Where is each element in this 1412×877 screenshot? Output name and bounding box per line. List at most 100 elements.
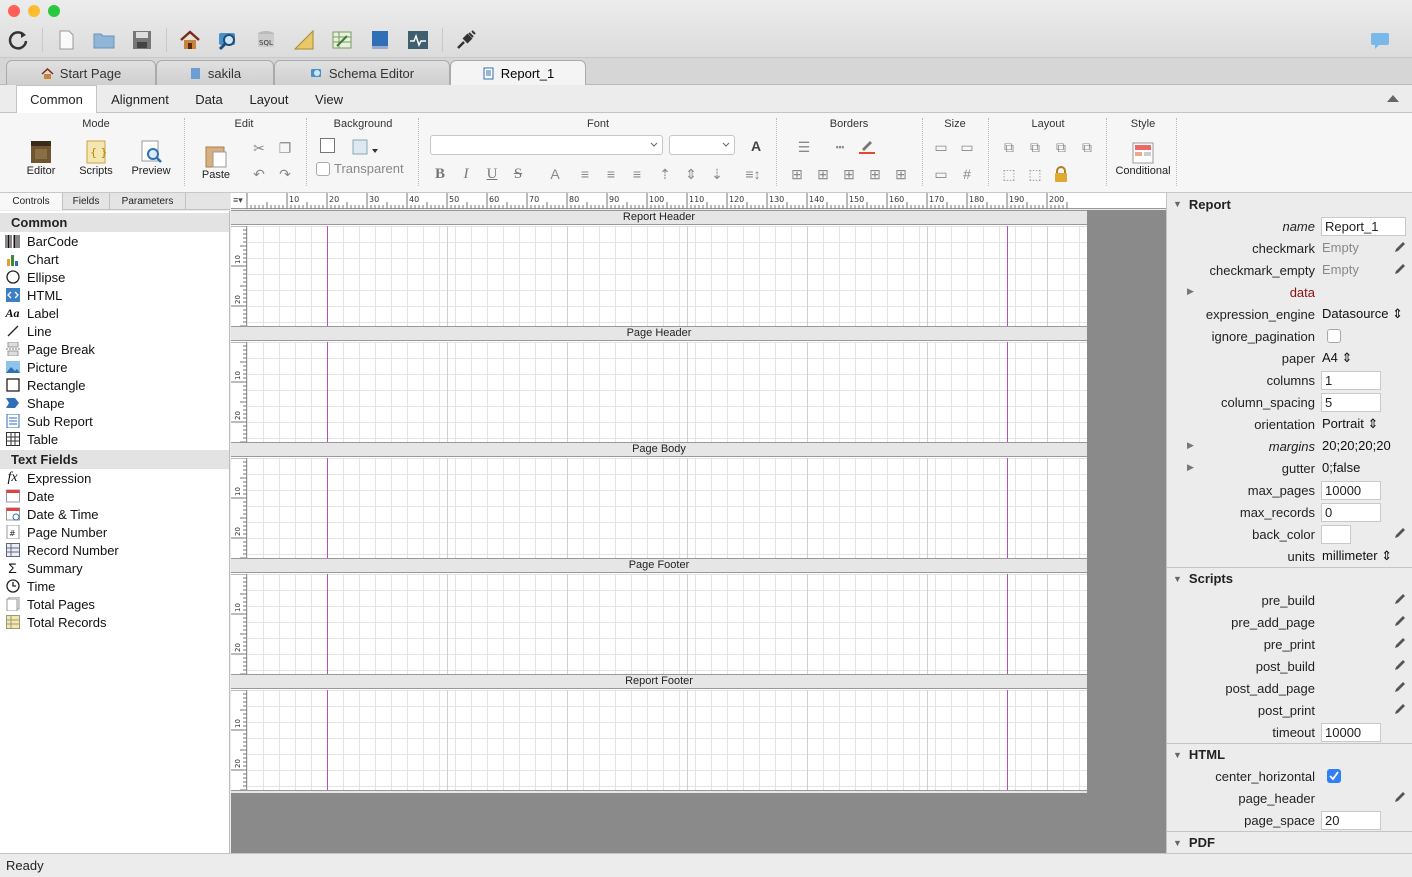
prop-section-pdf[interactable]: ▼ PDF — [1167, 831, 1412, 853]
band-report-footer[interactable]: Report Footer 10 20 — [231, 674, 1087, 791]
lock-icon[interactable] — [1054, 166, 1068, 182]
pencil-icon[interactable] — [1393, 702, 1407, 716]
transparent-checkbox[interactable] — [316, 162, 330, 176]
same-size-icon[interactable]: ▭ — [932, 165, 950, 183]
underline-button[interactable]: U — [484, 165, 500, 183]
prop-input-max-records[interactable]: 0 — [1321, 503, 1381, 522]
prop-section-html[interactable]: ▼ HTML — [1167, 743, 1412, 765]
background-color-swatch[interactable] — [320, 138, 335, 153]
disclosure-icon[interactable]: ▼ — [1173, 838, 1182, 848]
scripts-button[interactable]: { } Scripts — [76, 139, 116, 177]
palette-item-page-break[interactable]: Page Break — [0, 340, 229, 358]
font-color-icon[interactable]: A — [746, 136, 766, 156]
border-width-icon[interactable]: ☰ — [792, 138, 816, 156]
prop-color-swatch[interactable] — [1321, 525, 1351, 544]
band-body[interactable]: 10 20 — [231, 225, 1087, 327]
valign-bottom-icon[interactable]: ⇣ — [708, 165, 726, 183]
conditional-button[interactable]: Conditional — [1112, 141, 1174, 177]
ribbon-tab-data[interactable]: Data — [186, 85, 232, 113]
palette-item-ellipse[interactable]: Ellipse — [0, 268, 229, 286]
prop-input-max-pages[interactable]: 10000 — [1321, 481, 1381, 500]
align-center-icon[interactable]: ≡ — [602, 165, 620, 183]
band-header[interactable]: Report Header — [231, 210, 1087, 225]
forward-icon[interactable]: ⧉ — [1052, 138, 1070, 156]
minimize-window-button[interactable] — [28, 5, 40, 17]
open-folder-icon[interactable] — [92, 28, 116, 52]
border-style-icon[interactable]: ┅ — [828, 138, 852, 156]
doc-tab-start-page[interactable]: Start Page — [6, 60, 156, 85]
palette-item-date-time[interactable]: Date & Time — [0, 505, 229, 523]
undo-icon[interactable]: ↶ — [250, 165, 268, 183]
band-header[interactable]: Page Header — [231, 326, 1087, 341]
border-color-icon[interactable] — [858, 137, 876, 155]
palette-item-barcode[interactable]: BarCode — [0, 232, 229, 250]
table-edit-icon[interactable] — [330, 28, 354, 52]
palette-item-picture[interactable]: Picture — [0, 358, 229, 376]
db-search-icon[interactable] — [216, 28, 240, 52]
band-page-header[interactable]: Page Header 10 20 — [231, 326, 1087, 443]
plug-icon[interactable] — [454, 28, 478, 52]
cut-icon[interactable]: ✂ — [250, 139, 268, 157]
border-bottom-icon[interactable]: ⊞ — [892, 165, 910, 183]
border-top-icon[interactable]: ⊞ — [840, 165, 858, 183]
zoom-window-button[interactable] — [48, 5, 60, 17]
palette-item-chart[interactable]: Chart — [0, 250, 229, 268]
same-width-icon[interactable]: ▭ — [932, 138, 950, 156]
band-report-header[interactable]: Report Header 10 20 — [231, 210, 1087, 327]
ribbon-tab-common[interactable]: Common — [16, 85, 97, 114]
palette-item-time[interactable]: Time — [0, 577, 229, 595]
refresh-icon[interactable] — [6, 28, 30, 52]
prop-checkbox-ignore-pagination[interactable] — [1327, 329, 1341, 343]
bold-button[interactable]: B — [432, 165, 448, 183]
new-file-icon[interactable] — [54, 28, 78, 52]
fit-grid-icon[interactable]: # — [958, 165, 976, 183]
disclosure-icon[interactable]: ▼ — [1173, 574, 1182, 584]
border-right-icon[interactable]: ⊞ — [866, 165, 884, 183]
home-icon[interactable] — [178, 28, 202, 52]
font-size-select[interactable] — [669, 135, 735, 155]
pencil-icon[interactable] — [1393, 790, 1407, 804]
strikethrough-button[interactable]: S — [510, 165, 526, 183]
prop-input-timeout[interactable]: 10000 — [1321, 723, 1381, 742]
prop-value-orientation[interactable]: Portrait ⇕ — [1322, 416, 1378, 432]
prop-value-gutter[interactable]: 0;false — [1322, 460, 1360, 475]
prop-value-paper[interactable]: A4 ⇕ — [1322, 350, 1352, 366]
activity-icon[interactable] — [406, 28, 430, 52]
palette-item-total-records[interactable]: Total Records — [0, 613, 229, 631]
pencil-icon[interactable] — [1393, 680, 1407, 694]
preview-button[interactable]: Preview — [130, 139, 172, 177]
band-page-footer[interactable]: Page Footer 10 20 — [231, 558, 1087, 675]
pencil-icon[interactable] — [1393, 614, 1407, 628]
align-right-icon[interactable]: ≡ — [628, 165, 646, 183]
palette-tab-controls[interactable]: Controls — [0, 193, 63, 210]
book-icon[interactable] — [368, 28, 392, 52]
italic-button[interactable]: I — [458, 165, 474, 183]
close-window-button[interactable] — [8, 5, 20, 17]
palette-item-total-pages[interactable]: Total Pages — [0, 595, 229, 613]
palette-item-summary[interactable]: Σ Summary — [0, 559, 229, 577]
palette-item-page-number[interactable]: # Page Number — [0, 523, 229, 541]
fill-pattern-icon[interactable] — [352, 139, 378, 155]
band-body[interactable]: 10 20 — [231, 341, 1087, 443]
border-all-icon[interactable]: ⊞ — [788, 165, 806, 183]
prop-checkbox-center-horizontal[interactable] — [1327, 769, 1341, 783]
prop-value-margins[interactable]: 20;20;20;20 — [1322, 438, 1391, 453]
palette-item-expression[interactable]: fx Expression — [0, 469, 229, 487]
ruler-menu-icon[interactable]: ≡▾ — [233, 195, 243, 206]
palette-tab-parameters[interactable]: Parameters — [110, 193, 186, 210]
sql-icon[interactable]: SQL — [254, 28, 278, 52]
palette-item-shape[interactable]: Shape — [0, 394, 229, 412]
palette-item-line[interactable]: Line — [0, 322, 229, 340]
prop-value-units[interactable]: millimeter ⇕ — [1322, 548, 1392, 564]
redo-icon[interactable]: ↷ — [276, 165, 294, 183]
disclosure-icon[interactable]: ▼ — [1173, 199, 1182, 209]
expand-icon[interactable]: ▶ — [1187, 440, 1194, 451]
disclosure-icon[interactable]: ▼ — [1173, 750, 1182, 760]
prop-value-expression-engine[interactable]: Datasource ⇕ — [1322, 306, 1403, 322]
ruler-icon[interactable] — [292, 28, 316, 52]
band-header[interactable]: Page Footer — [231, 558, 1087, 573]
ungroup-icon[interactable]: ⬚ — [1026, 165, 1044, 183]
prop-input-column-spacing[interactable]: 5 — [1321, 393, 1381, 412]
doc-tab-report-1[interactable]: Report_1 — [450, 60, 586, 86]
pencil-icon[interactable] — [1393, 240, 1407, 254]
